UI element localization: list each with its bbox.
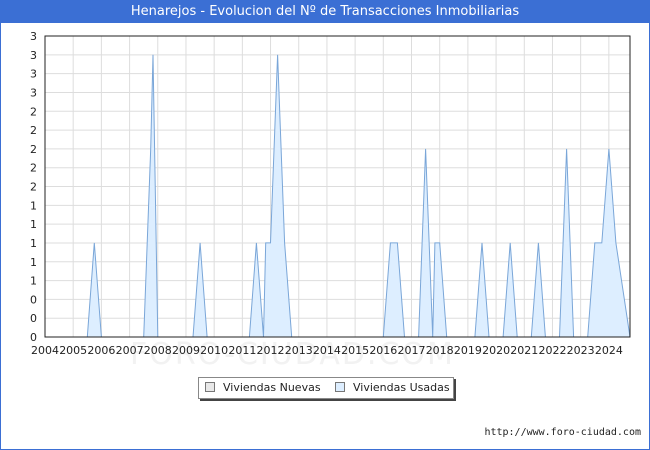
x-tick-label: 2010	[200, 344, 228, 357]
x-axis-ticks: 2004 2005 2006 2007 2008 2009 2010 2011 2012 2013…	[31, 344, 623, 357]
y-tick-label: 2	[30, 105, 37, 118]
y-tick-label: 3	[30, 86, 37, 99]
x-tick-label: 2011	[228, 344, 256, 357]
x-tick-label: 2015	[341, 344, 369, 357]
y-tick-label: 3	[30, 68, 37, 81]
y-tick-label: 1	[30, 237, 37, 250]
y-tick-label: 2	[30, 162, 37, 175]
x-tick-label: 2023	[567, 344, 595, 357]
x-tick-label: 2009	[172, 344, 200, 357]
x-tick-label: 2004	[31, 344, 59, 357]
x-tick-label: 2013	[285, 344, 313, 357]
x-tick-label: 2014	[313, 344, 341, 357]
legend: Viviendas Nuevas Viviendas Usadas	[198, 377, 454, 399]
legend-swatch-usadas	[335, 382, 345, 392]
legend-label-nuevas: Viviendas Nuevas	[223, 381, 321, 394]
source-url[interactable]: http://www.foro-ciudad.com	[484, 427, 641, 438]
y-tick-label: 2	[30, 181, 37, 194]
y-tick-label: 0	[30, 293, 37, 306]
y-tick-label: 1	[30, 256, 37, 269]
y-axis-ticks: 0 0 0 1 1 1 1 1 2 2 2 2 2 3 3 3 3	[30, 30, 37, 344]
y-tick-label: 1	[30, 218, 37, 231]
x-tick-label: 2017	[398, 344, 426, 357]
x-tick-label: 2012	[257, 344, 285, 357]
x-tick-label: 2007	[116, 344, 144, 357]
legend-item-nuevas: Viviendas Nuevas	[205, 381, 321, 395]
y-tick-label: 3	[30, 49, 37, 62]
x-tick-label: 2021	[510, 344, 538, 357]
x-tick-label: 2008	[144, 344, 172, 357]
y-tick-label: 1	[30, 275, 37, 288]
legend-item-usadas: Viviendas Usadas	[335, 381, 450, 395]
y-tick-label: 0	[30, 312, 37, 325]
y-tick-label: 3	[30, 30, 37, 43]
x-tick-label: 2024	[595, 344, 623, 357]
y-tick-label: 0	[30, 331, 37, 344]
x-tick-label: 2016	[369, 344, 397, 357]
y-tick-label: 2	[30, 124, 37, 137]
y-tick-label: 2	[30, 143, 37, 156]
legend-swatch-nuevas	[205, 382, 215, 392]
series-area-viviendas-usadas	[45, 54, 631, 338]
x-tick-label: 2022	[538, 344, 566, 357]
legend-label-usadas: Viviendas Usadas	[353, 381, 450, 394]
x-tick-label: 2018	[426, 344, 454, 357]
x-tick-label: 2006	[87, 344, 115, 357]
x-tick-label: 2005	[59, 344, 87, 357]
plot-series	[45, 54, 631, 338]
x-tick-label: 2020	[482, 344, 510, 357]
x-tick-label: 2019	[454, 344, 482, 357]
y-tick-label: 1	[30, 199, 37, 212]
